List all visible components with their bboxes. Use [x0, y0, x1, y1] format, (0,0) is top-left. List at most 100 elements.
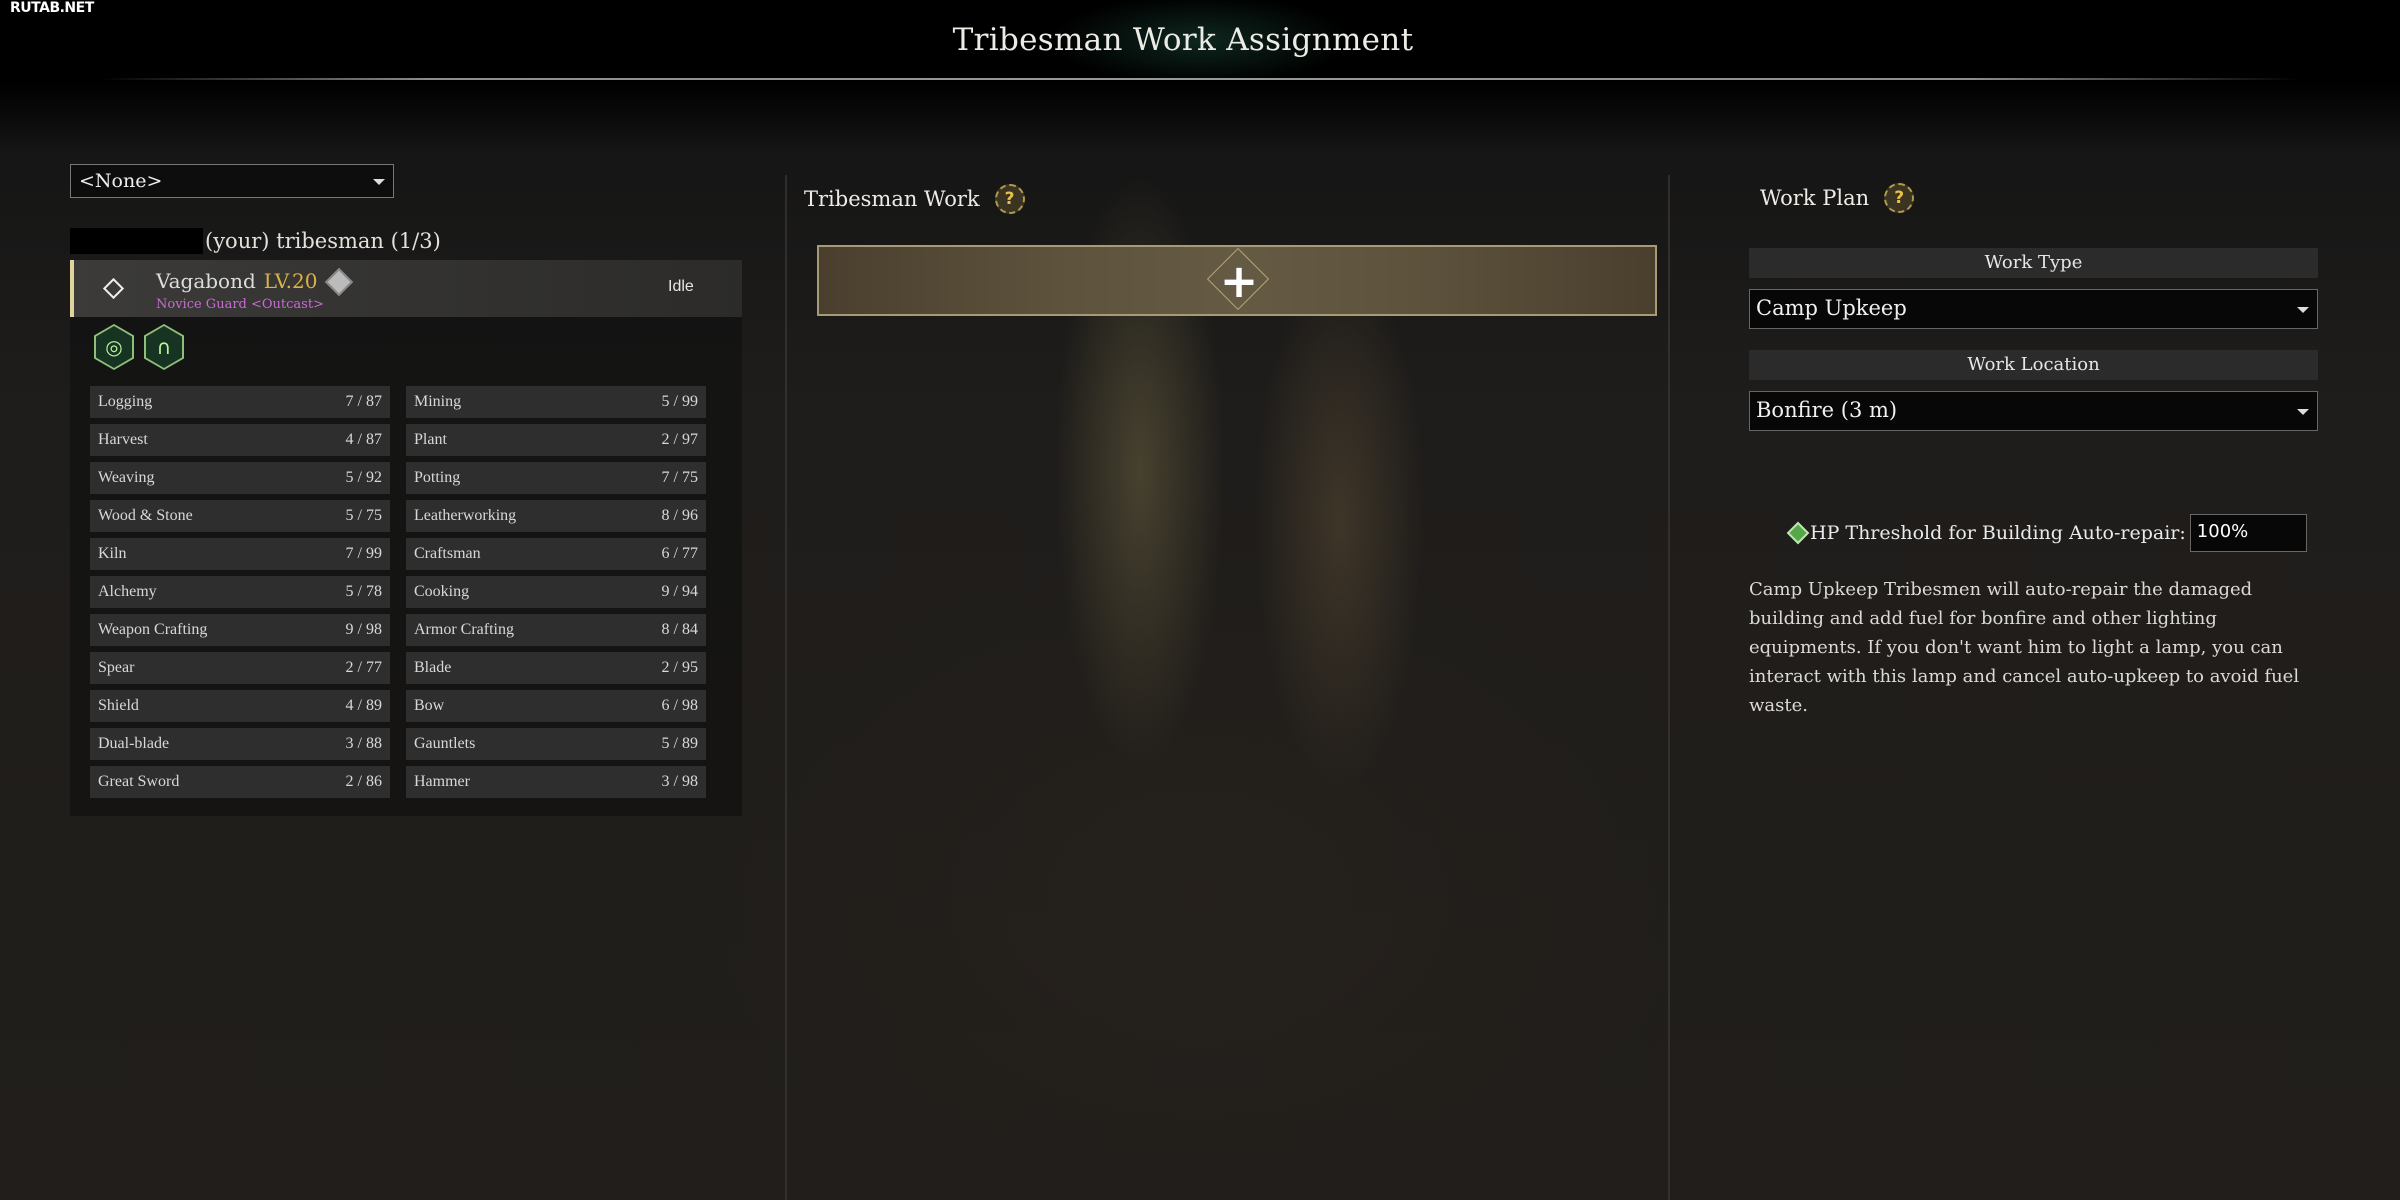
work-type-label: Work Type	[1749, 248, 2318, 278]
skill-name: Spear	[98, 659, 135, 676]
skill-name: Armor Crafting	[414, 621, 514, 638]
skill-value: 5 / 78	[345, 583, 382, 600]
skill-name: Leatherworking	[414, 507, 517, 524]
skill-name: Cooking	[414, 583, 470, 600]
mask-badge-icon	[324, 267, 354, 297]
tribesman-card: Vagabond LV.20 Novice Guard <Outcast> Idl…	[70, 260, 742, 816]
filter-selected-value: <None>	[79, 170, 163, 192]
help-icon[interactable]: ?	[1884, 183, 1915, 213]
trait-icons: ◎ ∩	[94, 324, 184, 370]
tribesman-work-title: Tribesman Work ?	[804, 184, 1025, 214]
hp-threshold-row: HP Threshold for Building Auto-repair: 1…	[1786, 513, 2307, 553]
skill-name: Hammer	[414, 773, 470, 790]
skill-name: Craftsman	[414, 545, 481, 562]
skill-row: Kiln 7 / 99	[90, 538, 390, 570]
skill-row: Weapon Crafting 9 / 98	[90, 614, 390, 646]
skill-value: 5 / 89	[661, 735, 698, 752]
add-tribesman-slot[interactable]: +	[817, 245, 1657, 316]
skill-value: 8 / 96	[661, 507, 698, 524]
skill-row: Spear 2 / 77	[90, 652, 390, 684]
skill-value: 9 / 94	[661, 583, 698, 600]
work-location-select[interactable]: Bonfire (3 m)	[1749, 391, 2318, 431]
work-location-value: Bonfire (3 m)	[1756, 398, 1898, 422]
skill-name: Great Sword	[98, 773, 180, 790]
skill-value: 5 / 99	[661, 393, 698, 410]
hp-threshold-input[interactable]: 100%	[2189, 514, 2307, 552]
work-plan-label: Work Plan	[1760, 186, 1870, 210]
skill-name: Alchemy	[98, 583, 157, 600]
tribesman-work-label: Tribesman Work	[804, 187, 980, 211]
skill-value: 7 / 99	[345, 545, 382, 562]
skill-row: Cooking 9 / 94	[406, 576, 706, 608]
skill-row: Mining 5 / 99	[406, 386, 706, 418]
skill-name: Bow	[414, 697, 445, 714]
skill-name: Wood & Stone	[98, 507, 193, 524]
skill-value: 6 / 77	[661, 545, 698, 562]
skill-row: Bow 6 / 98	[406, 690, 706, 722]
tribesman-status: Idle	[668, 278, 694, 295]
skill-row: Craftsman 6 / 77	[406, 538, 706, 570]
tribesman-name-line: Vagabond LV.20	[156, 269, 317, 293]
skill-value: 3 / 98	[661, 773, 698, 790]
skill-value: 4 / 87	[345, 431, 382, 448]
skill-row: Harvest 4 / 87	[90, 424, 390, 456]
skill-value: 5 / 75	[345, 507, 382, 524]
skill-value: 6 / 98	[661, 697, 698, 714]
skill-row: Blade 2 / 95	[406, 652, 706, 684]
select-diamond-icon	[102, 277, 125, 300]
watermark: RUTAB.NET	[10, 0, 94, 16]
skill-name: Blade	[414, 659, 452, 676]
work-location-label: Work Location	[1749, 350, 2318, 380]
skill-value: 3 / 88	[345, 735, 382, 752]
skill-value: 8 / 84	[661, 621, 698, 638]
work-plan-title: Work Plan ?	[1760, 183, 1915, 213]
trait-glyph: ◎	[96, 326, 132, 368]
hp-threshold-label: HP Threshold for Building Auto-repair:	[1810, 522, 2186, 544]
skill-row: Logging 7 / 87	[90, 386, 390, 418]
skill-name: Mining	[414, 393, 462, 410]
tribesman-filter-select[interactable]: <None>	[70, 164, 394, 198]
trait-glyph: ∩	[146, 326, 182, 368]
tribesman-count-label: (your) tribesman (1/3)	[205, 229, 441, 253]
tribesman-work-panel	[785, 175, 1670, 1200]
work-type-value: Camp Upkeep	[1756, 296, 1907, 320]
skill-row: Hammer 3 / 98	[406, 766, 706, 798]
tribesman-list-header: (your) tribesman (1/3)	[70, 226, 441, 256]
skill-value: 7 / 75	[661, 469, 698, 486]
arch-trait-icon[interactable]: ∩	[144, 324, 184, 370]
skill-name: Kiln	[98, 545, 127, 562]
chevron-down-icon	[2297, 307, 2309, 313]
chevron-down-icon	[373, 179, 385, 185]
page-title: Tribesman Work Assignment	[952, 22, 1414, 58]
skill-name: Dual-blade	[98, 735, 170, 752]
tribesman-role: Novice Guard <Outcast>	[156, 297, 324, 312]
skill-row: Shield 4 / 89	[90, 690, 390, 722]
skill-row: Weaving 5 / 92	[90, 462, 390, 494]
skill-row: Armor Crafting 8 / 84	[406, 614, 706, 646]
help-icon[interactable]: ?	[994, 184, 1025, 214]
skill-value: 4 / 89	[345, 697, 382, 714]
chevron-down-icon	[2297, 409, 2309, 415]
skill-row: Dual-blade 3 / 88	[90, 728, 390, 760]
skill-row: Great Sword 2 / 86	[90, 766, 390, 798]
skill-value: 2 / 77	[345, 659, 382, 676]
skill-row: Gauntlets 5 / 89	[406, 728, 706, 760]
target-trait-icon[interactable]: ◎	[94, 324, 134, 370]
skill-name: Harvest	[98, 431, 148, 448]
skill-row: Potting 7 / 75	[406, 462, 706, 494]
redacted-name	[70, 228, 203, 254]
tribesman-level: LV.20	[263, 269, 318, 293]
tribesman-name: Vagabond	[156, 269, 256, 293]
skill-value: 2 / 86	[345, 773, 382, 790]
skill-name: Logging	[98, 393, 153, 410]
tribesman-row[interactable]: Vagabond LV.20 Novice Guard <Outcast> Idl…	[70, 260, 742, 317]
skill-row: Leatherworking 8 / 96	[406, 500, 706, 532]
skill-value: 5 / 92	[345, 469, 382, 486]
skill-row: Alchemy 5 / 78	[90, 576, 390, 608]
skills-grid: Logging 7 / 87 Mining 5 / 99 Harvest 4 / 87 Pl…	[90, 386, 710, 798]
work-type-select[interactable]: Camp Upkeep	[1749, 289, 2318, 329]
skill-name: Weaving	[98, 469, 155, 486]
skill-value: 7 / 87	[345, 393, 382, 410]
work-description: Camp Upkeep Tribesmen will auto-repair t…	[1749, 579, 2300, 716]
skill-value: 2 / 95	[661, 659, 698, 676]
